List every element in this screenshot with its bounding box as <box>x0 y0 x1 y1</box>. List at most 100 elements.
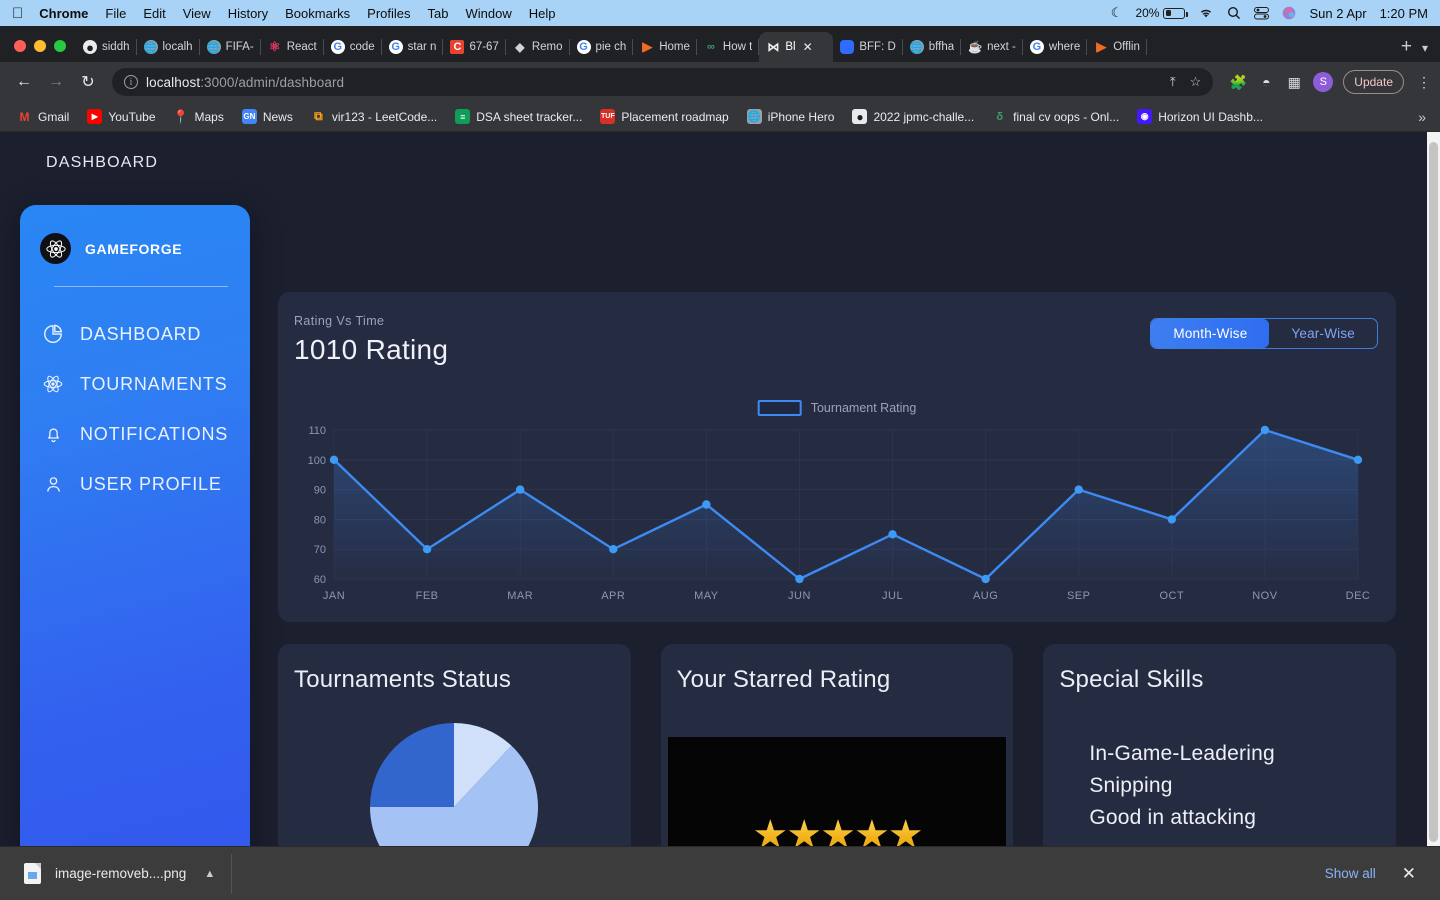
tab-label: Home <box>659 41 690 53</box>
close-window-button[interactable] <box>14 40 26 52</box>
share-icon[interactable]: ⤒ <box>1170 74 1176 90</box>
reload-icon[interactable]: ↻ <box>74 68 102 96</box>
sidebar-item-user-profile[interactable]: USER PROFILE <box>20 459 250 509</box>
chart-legend[interactable]: Tournament Rating <box>757 400 917 416</box>
window-traffic-lights[interactable] <box>8 40 76 62</box>
browser-tab[interactable]: ☕ next - <box>961 32 1023 62</box>
bookmark-item[interactable]: δ final cv oops - Onl... <box>985 106 1126 127</box>
battery-status[interactable]: 20% <box>1135 6 1188 20</box>
tab-label: Remo <box>531 41 563 53</box>
bookmark-item[interactable]: 🌐 iPhone Hero <box>740 106 842 127</box>
google-icon: G <box>330 40 345 54</box>
back-arrow-icon[interactable]: ← <box>10 68 38 96</box>
forward-arrow-icon[interactable]: → <box>42 68 70 96</box>
tab-label: 67-67 <box>469 41 499 53</box>
apple-icon[interactable]:  <box>12 6 23 21</box>
line-chart-plot: 60 70 80 90 100 110 JAN FEB MAR APR MAY JUN JUL AUG SE… <box>294 422 1380 607</box>
bookmark-label: YouTube <box>108 109 156 124</box>
close-tab-icon[interactable]: ✕ <box>803 40 813 54</box>
browser-tab[interactable]: 🌐 FIFA- <box>200 32 261 62</box>
browser-tab[interactable]: Gcode <box>324 32 382 62</box>
bookmark-item[interactable]: TUF Placement roadmap <box>593 106 735 127</box>
bookmark-item[interactable]: ● 2022 jpmc-challe... <box>845 106 981 127</box>
kebab-menu-icon[interactable]: ⋮ <box>1414 74 1431 91</box>
bookmark-item[interactable]: ◉ Horizon UI Dashb... <box>1130 106 1270 127</box>
brand[interactable]: GAMEFORGE <box>20 225 250 264</box>
menu-item-view[interactable]: View <box>183 6 211 21</box>
tab-label: bffha <box>928 41 955 53</box>
address-bar[interactable]: i localhost:3000/admin/dashboard ⤒ ☆ <box>112 68 1214 96</box>
browser-tab[interactable]: Gstar n <box>382 32 444 62</box>
chevron-down-icon[interactable]: ▾ <box>1422 41 1440 62</box>
page-scrollbar[interactable] <box>1427 132 1440 900</box>
menu-item-profiles[interactable]: Profiles <box>367 6 410 21</box>
wifi-icon[interactable] <box>1198 7 1214 19</box>
menu-item-history[interactable]: History <box>228 6 268 21</box>
update-button[interactable]: Update <box>1343 70 1404 94</box>
bookmark-item[interactable]: ⧉ vir123 - LeetCode... <box>304 106 444 127</box>
performance-icon[interactable]: ◓ <box>1257 73 1275 91</box>
browser-tab[interactable]: ⚛ React <box>261 32 324 62</box>
sidebar-item-dashboard[interactable]: DASHBOARD <box>20 309 250 359</box>
menu-item-edit[interactable]: Edit <box>143 6 165 21</box>
tab-label: localh <box>162 41 193 53</box>
browser-tab[interactable]: 🌐 bffha <box>903 32 962 62</box>
browser-tab[interactable]: ◆ Remo <box>506 32 570 62</box>
bookmark-label: final cv oops - Onl... <box>1013 109 1120 124</box>
download-item[interactable]: image-removeb....png ▲ <box>18 853 233 894</box>
bookmark-item[interactable]: ▶ YouTube <box>80 106 162 127</box>
bookmark-item[interactable]: M Gmail <box>10 106 76 127</box>
site-info-icon[interactable]: i <box>124 75 138 89</box>
sidebar-item-notifications[interactable]: NOTIFICATIONS <box>20 409 250 459</box>
star-outline-icon[interactable]: ☆ <box>1190 74 1202 90</box>
tab-year-wise[interactable]: Year-Wise <box>1269 319 1377 348</box>
tab-month-wise[interactable]: Month-Wise <box>1151 319 1270 348</box>
siri-icon[interactable] <box>1282 6 1296 20</box>
moon-icon[interactable]: ☾ <box>1111 5 1123 21</box>
bookmark-label: iPhone Hero <box>767 109 835 124</box>
control-center-icon[interactable] <box>1254 6 1270 20</box>
menu-item-window[interactable]: Window <box>466 6 512 21</box>
chrome-window: ● siddh 🌐 localh 🌐 FIFA- ⚛ React Gcode Gstar n C 67… <box>0 26 1440 900</box>
browser-tab[interactable]: Gwhere <box>1023 32 1088 62</box>
menu-item-chrome[interactable]: Chrome <box>39 6 88 21</box>
menu-item-file[interactable]: File <box>105 6 126 21</box>
maximize-window-button[interactable] <box>54 40 66 52</box>
chevron-right-icon[interactable]: » <box>1418 109 1430 125</box>
browser-tab[interactable]: C 67-67 <box>443 32 506 62</box>
legend-label: Tournament Rating <box>810 401 917 415</box>
bookmark-item[interactable]: 📍 Maps <box>167 106 231 127</box>
sidebar-item-tournaments[interactable]: TOURNAMENTS <box>20 359 250 409</box>
minimize-window-button[interactable] <box>34 40 46 52</box>
svg-text:80: 80 <box>314 514 326 526</box>
browser-tab[interactable]: ▶ Home <box>633 32 697 62</box>
tab-label: BFF: D <box>859 41 896 53</box>
rating-chart-card: Rating Vs Time 1010 Rating Month-Wise Ye… <box>278 292 1396 622</box>
browser-tab[interactable]: 🌐 localh <box>137 32 200 62</box>
browser-tab[interactable]: BFF: D <box>833 32 903 62</box>
bookmark-item[interactable]: GN News <box>235 106 300 127</box>
bookmark-item[interactable]: ≡ DSA sheet tracker... <box>448 106 589 127</box>
menu-item-bookmarks[interactable]: Bookmarks <box>285 6 350 21</box>
avatar[interactable]: S <box>1313 72 1334 92</box>
browser-tab[interactable]: ∞ How t <box>697 32 760 62</box>
close-icon[interactable]: ✕ <box>1402 864 1416 884</box>
menu-item-tab[interactable]: Tab <box>428 6 449 21</box>
skills-list: In-Game-Leadering Snipping Good in attac… <box>1043 694 1396 834</box>
browser-tab[interactable]: ▶ Offlin <box>1087 32 1147 62</box>
browser-tab[interactable]: ● siddh <box>76 32 137 62</box>
browser-tab[interactable]: Gpie ch <box>570 32 634 62</box>
puzzle-icon[interactable]: 🧩 <box>1229 73 1247 91</box>
google-icon: G <box>388 40 403 54</box>
pie-slice[interactable] <box>370 723 455 807</box>
github-icon: ● <box>852 109 868 124</box>
show-all-downloads-button[interactable]: Show all <box>1325 866 1376 881</box>
chevron-up-icon[interactable]: ▲ <box>204 868 215 880</box>
menu-item-help[interactable]: Help <box>529 6 556 21</box>
side-panel-icon[interactable]: ▦ <box>1285 73 1303 91</box>
scrollbar-thumb[interactable] <box>1429 142 1438 842</box>
tab-strip: ● siddh 🌐 localh 🌐 FIFA- ⚛ React Gcode Gstar n C 67… <box>0 26 1440 62</box>
search-icon[interactable] <box>1227 6 1241 20</box>
new-tab-button[interactable]: + <box>1391 36 1422 62</box>
browser-tab-active[interactable]: ⋈ Bl ✕ <box>759 32 834 62</box>
